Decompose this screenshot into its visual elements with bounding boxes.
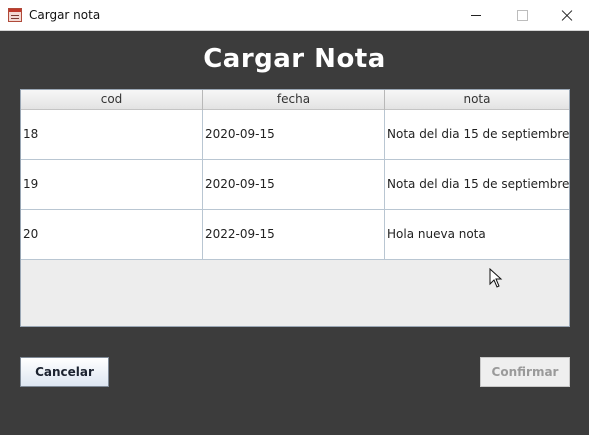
table-body: 18 2020-09-15 Nota del dia 15 de septiem… (21, 110, 569, 260)
cell-nota[interactable]: Hola nueva nota (385, 210, 569, 259)
maximize-icon[interactable] (499, 0, 545, 31)
cell-fecha[interactable]: 2020-09-15 (203, 160, 385, 209)
cell-fecha[interactable]: 2020-09-15 (203, 110, 385, 159)
window-title: Cargar nota (29, 8, 101, 22)
cell-cod[interactable]: 20 (21, 210, 203, 259)
column-header-nota[interactable]: nota (385, 90, 569, 110)
cell-nota[interactable]: Nota del dia 15 de septiembre ... (385, 160, 569, 209)
table-row[interactable]: 18 2020-09-15 Nota del dia 15 de septiem… (21, 110, 569, 160)
table-row[interactable]: 20 2022-09-15 Hola nueva nota (21, 210, 569, 260)
cell-nota[interactable]: Nota del dia 15 de septiembre ... (385, 110, 569, 159)
table-row[interactable]: 19 2020-09-15 Nota del dia 15 de septiem… (21, 160, 569, 210)
cell-cod[interactable]: 19 (21, 160, 203, 209)
minimize-icon[interactable] (453, 0, 499, 31)
mouse-pointer-icon (489, 268, 503, 288)
cell-cod[interactable]: 18 (21, 110, 203, 159)
close-icon[interactable] (543, 0, 589, 31)
cell-fecha[interactable]: 2022-09-15 (203, 210, 385, 259)
cancel-button[interactable]: Cancelar (20, 357, 109, 387)
calendar-icon (8, 8, 22, 22)
confirm-button[interactable]: Confirmar (480, 357, 570, 387)
column-header-fecha[interactable]: fecha (203, 90, 385, 110)
table-header: cod fecha nota (21, 90, 569, 110)
page-title: Cargar Nota (203, 44, 386, 74)
title-bar: Cargar nota (0, 0, 589, 31)
notes-table[interactable]: cod fecha nota 18 2020-09-15 Nota del di… (20, 89, 570, 327)
column-header-cod[interactable]: cod (21, 90, 203, 110)
